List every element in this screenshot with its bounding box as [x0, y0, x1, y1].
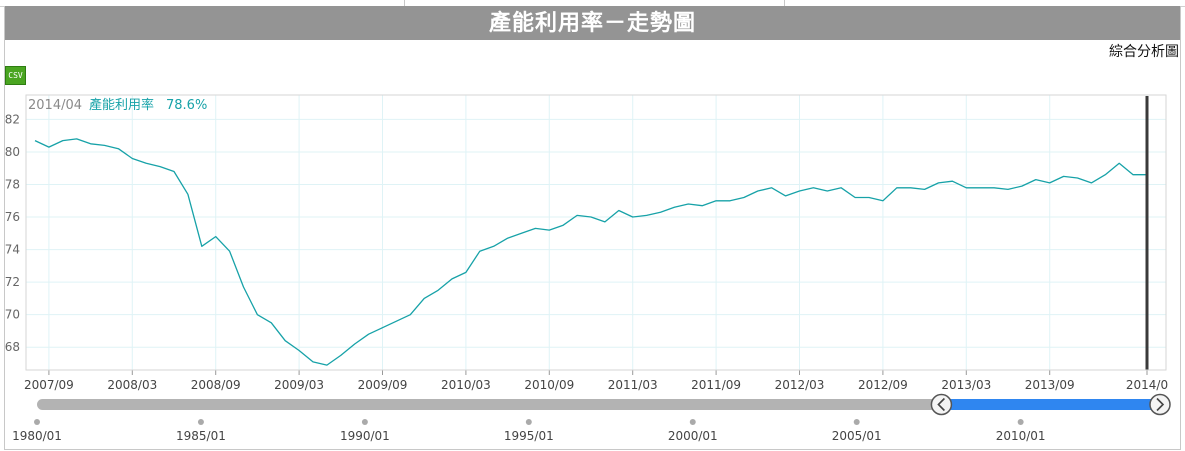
navigator-dot [197, 419, 204, 425]
tooltip-value: 78.6% [166, 98, 207, 113]
navigator-dot [689, 419, 696, 425]
x-tick-label: 2009/03 [274, 378, 324, 392]
navigator-dot [525, 419, 532, 425]
x-tick-label: 2012/09 [858, 378, 908, 392]
x-tick-label: 2011/03 [608, 378, 658, 392]
navigator-label: 2000/01 [668, 429, 718, 443]
y-tick-label: 70 [5, 308, 20, 322]
navigator-dot [361, 419, 368, 425]
y-tick-label: 68 [5, 340, 20, 354]
series-line [34, 138, 1147, 366]
navigator-label: 2010/01 [996, 429, 1046, 443]
x-tick-label: 2014/0 [1126, 378, 1168, 392]
navigator-selected-range[interactable] [941, 399, 1160, 410]
navigator-label: 1985/01 [176, 429, 226, 443]
navigator-dot [853, 419, 860, 425]
x-tick-label: 2012/03 [775, 378, 825, 392]
navigator-dot [1017, 419, 1024, 425]
navigator-label: 1980/01 [12, 429, 62, 443]
navigator-label: 1995/01 [504, 429, 554, 443]
navigator-dot [34, 419, 40, 425]
x-tick-label: 2010/09 [524, 378, 574, 392]
x-tick-label: 2013/03 [941, 378, 991, 392]
navigator-left-handle[interactable] [930, 393, 953, 416]
navigator-right-handle[interactable] [1149, 393, 1171, 416]
navigator-label: 1990/01 [340, 429, 390, 443]
x-tick-label: 2009/09 [358, 378, 408, 392]
x-tick-label: 2007/09 [24, 378, 74, 392]
tooltip-date: 2014/04 [28, 98, 82, 113]
y-tick-label: 78 [5, 177, 20, 191]
y-tick-label: 82 [5, 112, 20, 126]
x-tick-label: 2011/09 [691, 378, 741, 392]
line-chart: 68 70 72 74 76 78 80 82 2007/09 2008/03 2008/09 200… [5, 94, 1171, 443]
navigator-label: 2005/01 [832, 429, 882, 443]
y-tick-label: 74 [5, 243, 20, 257]
x-tick-label: 2008/03 [107, 378, 157, 392]
tooltip: 2014/04 產能利用率 78.6% [28, 97, 207, 113]
y-tick-label: 72 [5, 275, 20, 289]
x-tick-label: 2010/03 [441, 378, 491, 392]
x-tick-label: 2008/09 [191, 378, 241, 392]
y-tick-label: 76 [5, 210, 20, 224]
plot-area-border [25, 94, 1167, 371]
x-tick-label: 2013/09 [1025, 378, 1075, 392]
y-tick-label: 80 [5, 145, 20, 159]
tooltip-series-label: 產能利用率 [89, 97, 154, 113]
